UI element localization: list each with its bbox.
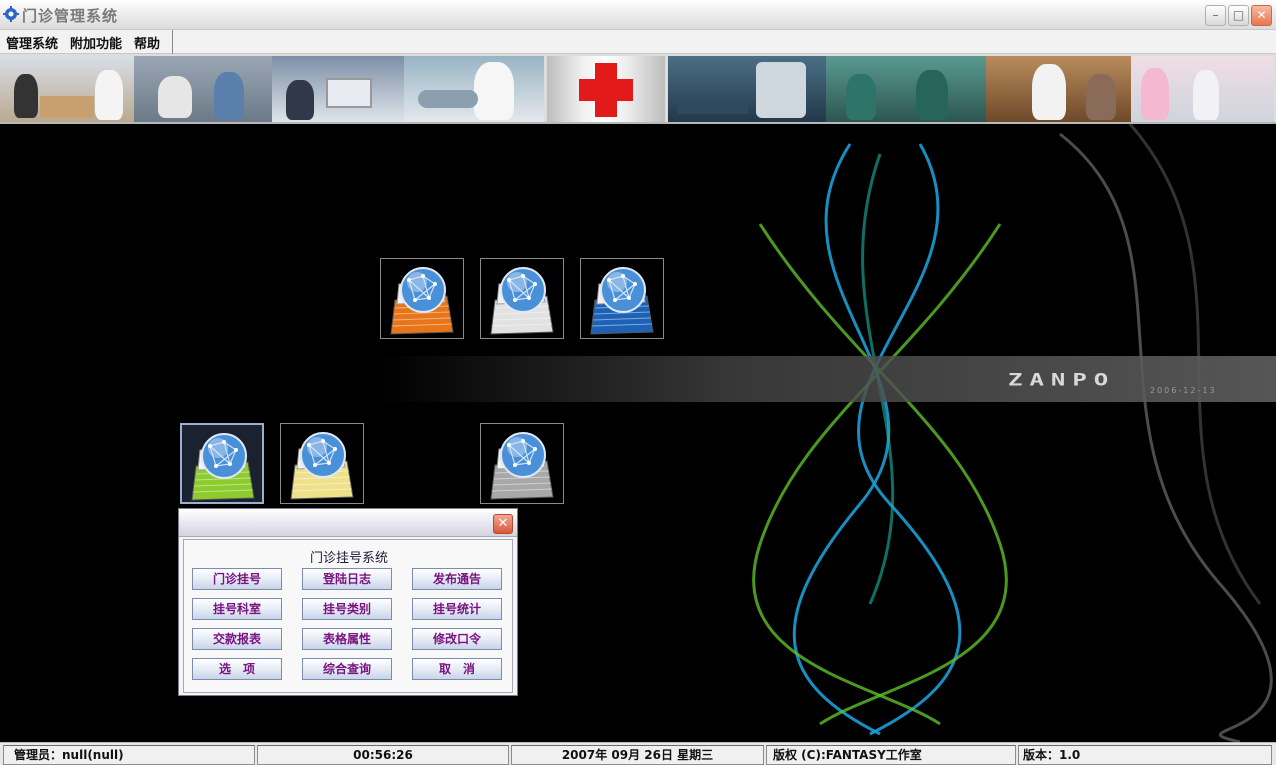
banner-photo-operating-room bbox=[826, 56, 986, 122]
red-cross-icon bbox=[579, 63, 633, 117]
maximize-button[interactable]: □ bbox=[1228, 5, 1249, 26]
brand-logo: ZANPO bbox=[1008, 370, 1116, 390]
minimize-button[interactable]: – bbox=[1205, 5, 1226, 26]
red-cross-logo bbox=[547, 56, 665, 122]
globe-document-green-icon bbox=[191, 433, 255, 501]
banner-photo-dental bbox=[134, 56, 272, 122]
registration-dialog: ✕ 门诊挂号系统 门诊挂号 登陆日志 发布通告 挂号科室 挂号类别 挂号统计 交… bbox=[178, 508, 518, 696]
decorative-swirl-background bbox=[752, 124, 1273, 742]
btn-combined-query[interactable]: 综合查询 bbox=[302, 658, 392, 680]
module-tile-green[interactable] bbox=[180, 423, 264, 504]
brand-date: 2006-12-13 bbox=[1150, 386, 1217, 395]
btn-options[interactable]: 选 项 bbox=[192, 658, 282, 680]
window-title: 门诊管理系统 bbox=[22, 7, 119, 25]
btn-registration-statistics[interactable]: 挂号统计 bbox=[412, 598, 502, 620]
dialog-body: 门诊挂号系统 门诊挂号 登陆日志 发布通告 挂号科室 挂号类别 挂号统计 交款报… bbox=[183, 539, 513, 693]
dialog-close-button[interactable]: ✕ bbox=[493, 514, 513, 534]
globe-document-blue-icon bbox=[590, 267, 654, 335]
module-tile-blue[interactable] bbox=[580, 258, 664, 339]
btn-publish-notice[interactable]: 发布通告 bbox=[412, 568, 502, 590]
banner-photo-nurses bbox=[1131, 56, 1274, 122]
status-date: 2007年 09月 26日 星期三 bbox=[511, 745, 764, 765]
btn-change-password[interactable]: 修改口令 bbox=[412, 628, 502, 650]
banner-photo-reception bbox=[0, 56, 134, 122]
status-bar: 管理员：null(null) 00:56:26 2007年 09月 26日 星期… bbox=[0, 742, 1276, 765]
btn-login-log[interactable]: 登陆日志 bbox=[302, 568, 392, 590]
btn-table-properties[interactable]: 表格属性 bbox=[302, 628, 392, 650]
status-time: 00:56:26 bbox=[257, 745, 509, 765]
globe-document-orange-icon bbox=[390, 267, 454, 335]
globe-document-white-icon bbox=[490, 267, 554, 335]
dialog-heading: 门诊挂号系统 bbox=[309, 551, 388, 566]
menu-addons[interactable]: 附加功能 bbox=[64, 30, 128, 54]
btn-registration-department[interactable]: 挂号科室 bbox=[192, 598, 282, 620]
module-tile-orange[interactable] bbox=[380, 258, 464, 339]
banner-photo-lab bbox=[272, 56, 404, 122]
globe-document-yellow-icon bbox=[290, 432, 354, 500]
status-version: 版本：1.0 bbox=[1018, 745, 1272, 765]
module-tile-gray[interactable] bbox=[480, 423, 564, 504]
title-bar[interactable]: 门诊管理系统 – □ ✕ bbox=[0, 0, 1276, 30]
module-tile-yellow[interactable] bbox=[280, 423, 364, 504]
btn-cancel[interactable]: 取 消 bbox=[412, 658, 502, 680]
menu-bar: 管理系统 附加功能 帮助 bbox=[0, 30, 1276, 54]
dialog-title-bar[interactable]: ✕ bbox=[179, 509, 517, 537]
app-gear-icon bbox=[3, 6, 19, 22]
light-streak bbox=[380, 356, 1276, 402]
close-button[interactable]: ✕ bbox=[1251, 5, 1272, 26]
btn-payment-report[interactable]: 交款报表 bbox=[192, 628, 282, 650]
btn-outpatient-registration[interactable]: 门诊挂号 bbox=[192, 568, 282, 590]
status-copyright: 版权 (C):FANTASY工作室 bbox=[766, 745, 1016, 765]
banner-strip bbox=[0, 54, 1276, 124]
module-tile-white[interactable] bbox=[480, 258, 564, 339]
status-admin: 管理员：null(null) bbox=[3, 745, 255, 765]
banner-photo-surgery-equipment bbox=[668, 56, 826, 122]
btn-registration-category[interactable]: 挂号类别 bbox=[302, 598, 392, 620]
globe-document-gray-icon bbox=[490, 432, 554, 500]
menu-management[interactable]: 管理系统 bbox=[0, 30, 64, 54]
banner-photo-treatment bbox=[404, 56, 544, 122]
banner-photo-consultation bbox=[986, 56, 1131, 122]
menu-help[interactable]: 帮助 bbox=[128, 30, 166, 54]
